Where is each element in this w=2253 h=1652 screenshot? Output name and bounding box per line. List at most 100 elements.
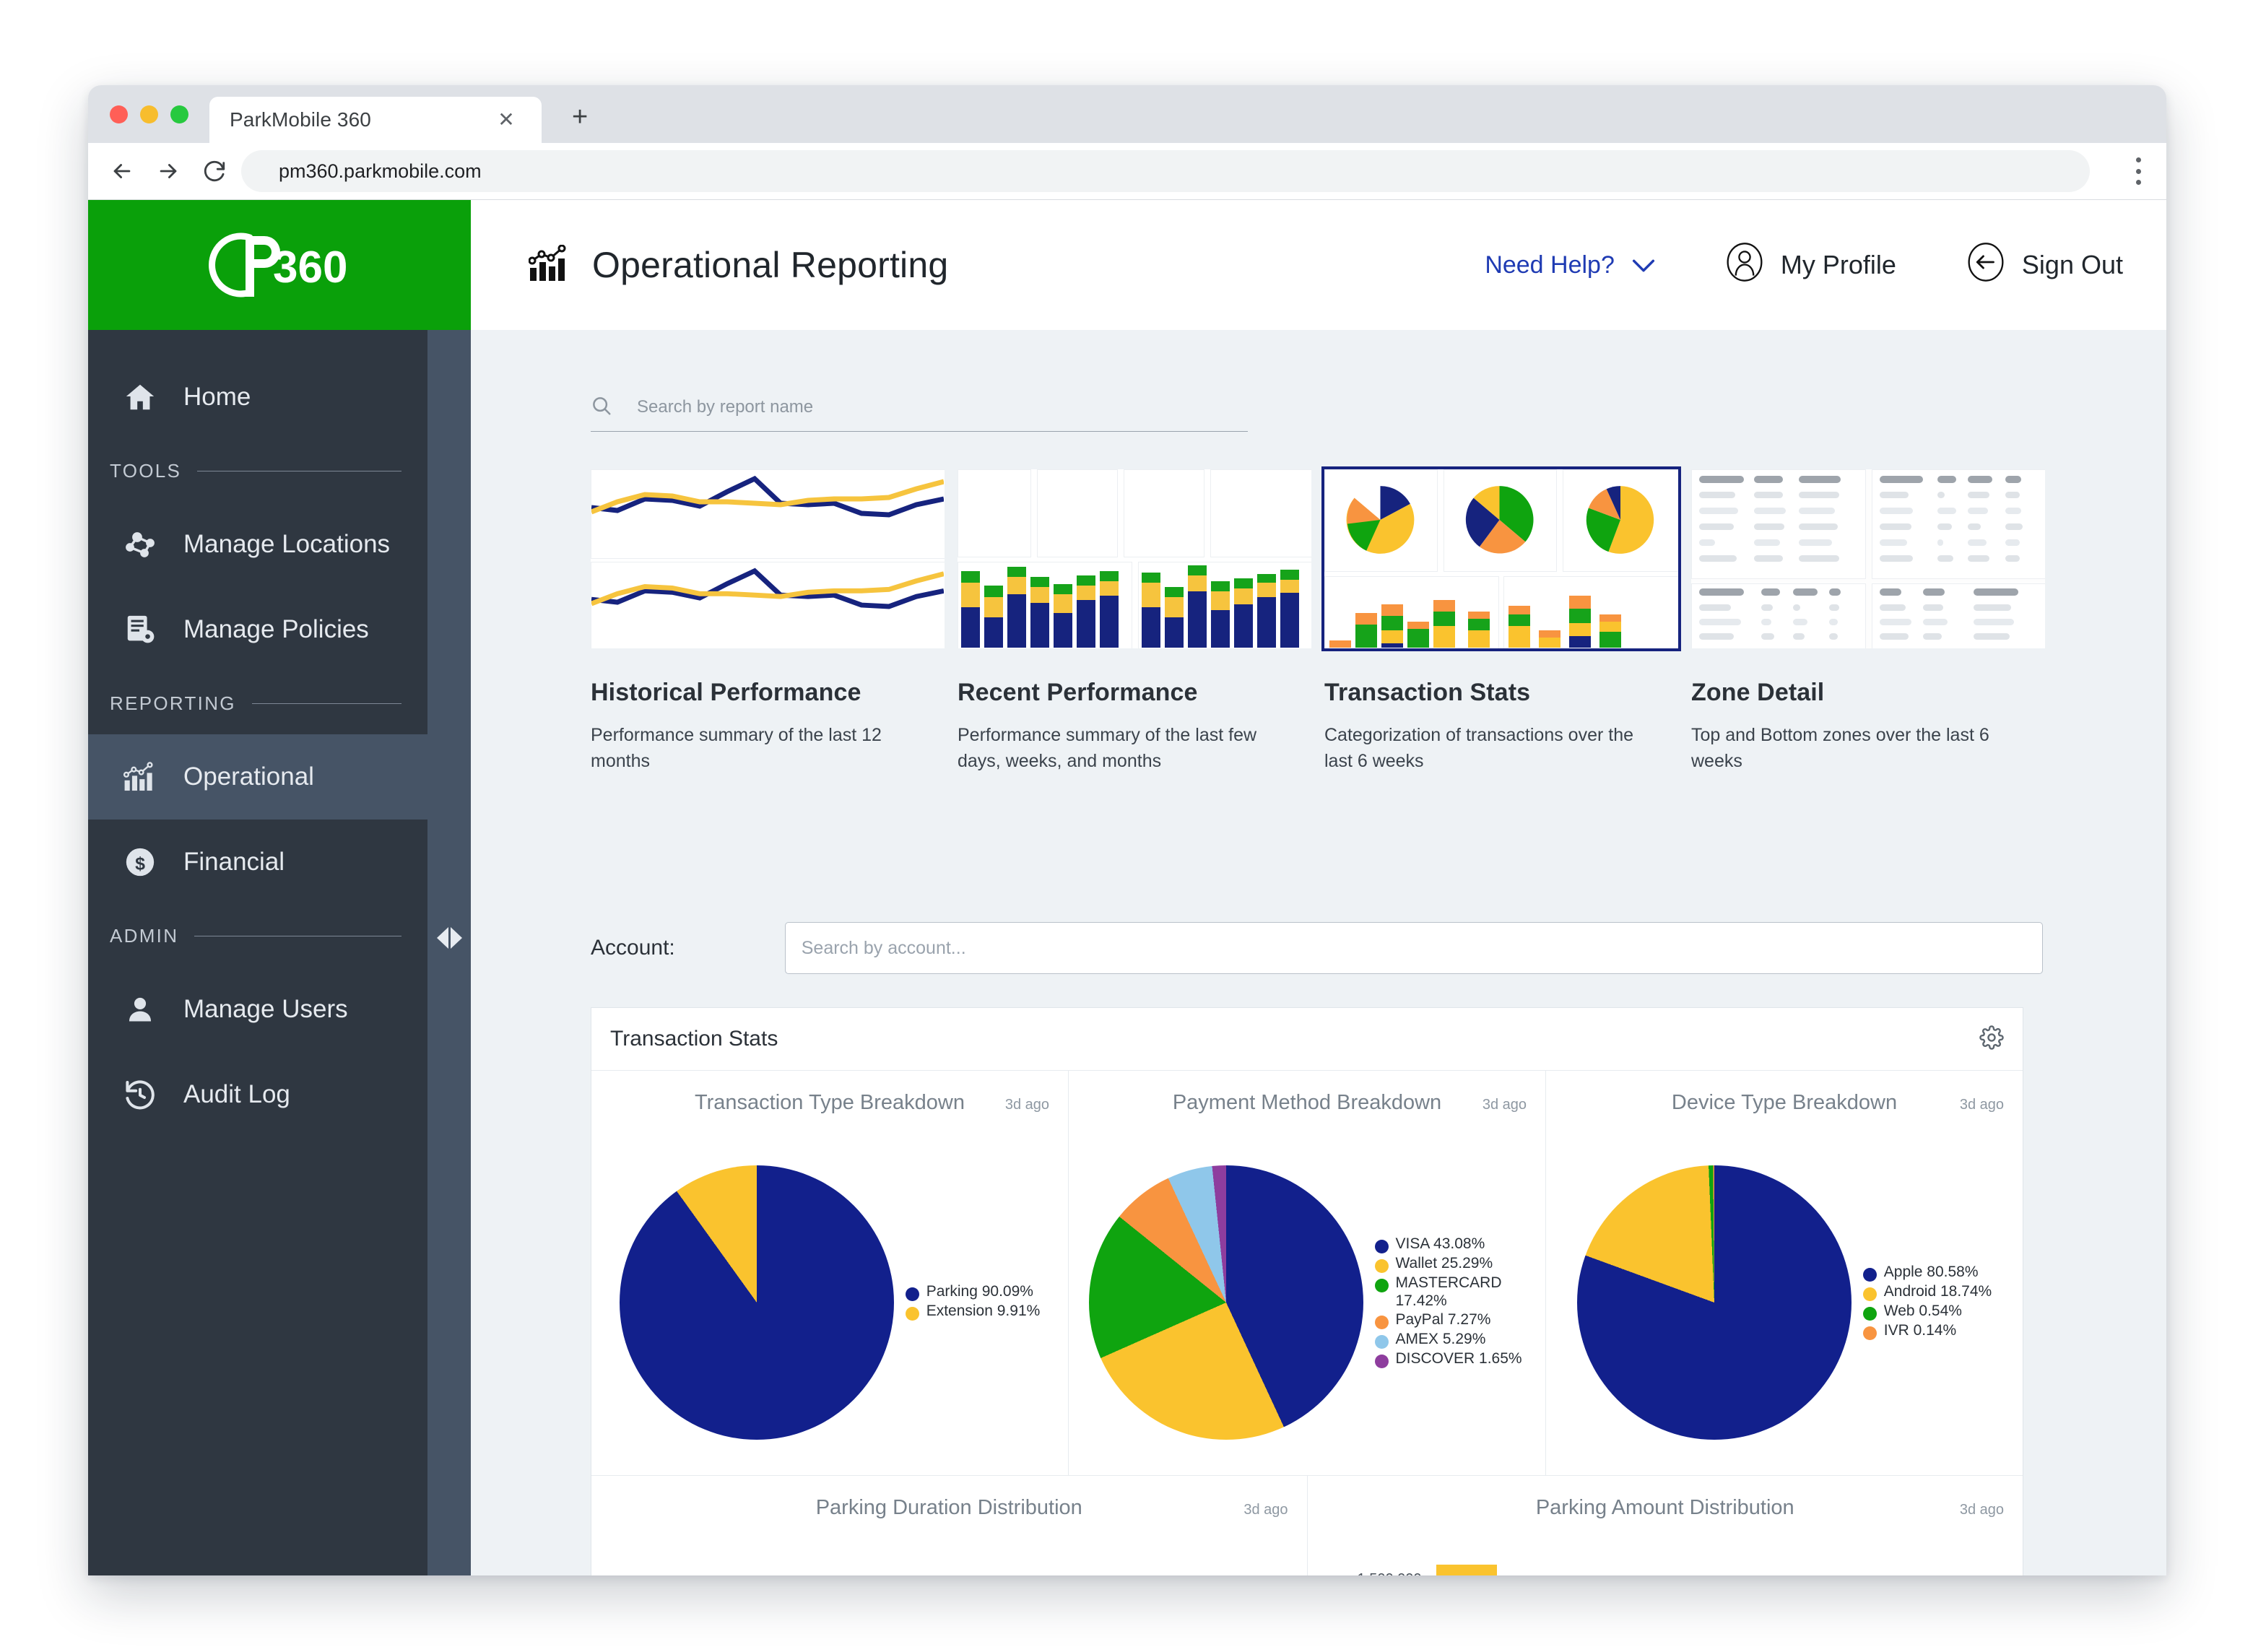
sidebar-item-manage-policies-label: Manage Policies xyxy=(183,615,369,644)
back-icon[interactable] xyxy=(104,153,140,189)
legend-item: IVR 0.14% xyxy=(1863,1322,1992,1340)
report-card-recent-performance[interactable]: Recent Performance Performance summary o… xyxy=(958,469,1311,774)
sign-out-icon xyxy=(1966,242,2006,289)
report-thumbnail-bars xyxy=(958,469,1311,648)
sidebar-group-reporting: REPORTING xyxy=(88,672,427,734)
browser-tab[interactable]: ParkMobile 360 ✕ xyxy=(209,97,542,143)
minimize-window-button[interactable] xyxy=(140,105,158,123)
legend-item: AMEX 5.29% xyxy=(1375,1331,1526,1349)
svg-text:$: $ xyxy=(135,853,145,874)
bar-column xyxy=(1436,1565,1497,1575)
chart-title: Transaction Type Breakdown xyxy=(591,1091,1068,1115)
gear-icon[interactable] xyxy=(1979,1025,2004,1053)
page-title: Operational Reporting xyxy=(592,244,948,286)
legend-item: PayPal 7.27% xyxy=(1375,1311,1526,1329)
panel-header: Transaction Stats xyxy=(591,1008,2023,1071)
app-logo[interactable]: 360 xyxy=(88,200,471,330)
close-tab-icon[interactable]: ✕ xyxy=(495,110,517,131)
report-card-description: Top and Bottom zones over the last 6 wee… xyxy=(1691,723,2031,774)
search-icon xyxy=(591,395,612,420)
operational-reporting-icon xyxy=(529,245,570,286)
plot-area xyxy=(720,1551,1288,1575)
sidebar-item-audit-log-label: Audit Log xyxy=(183,1080,290,1109)
header-actions: Need Help? My Profile xyxy=(1485,200,2123,330)
legend-item: Parking 90.09% xyxy=(906,1283,1041,1301)
legend-label: Apple 80.58% xyxy=(1884,1264,1979,1282)
sidebar-item-audit-log[interactable]: Audit Log xyxy=(88,1052,427,1137)
report-search-placeholder: Search by report name xyxy=(637,397,813,417)
sidebar-item-manage-users[interactable]: Manage Users xyxy=(88,967,427,1052)
sidebar-item-financial[interactable]: $ Financial xyxy=(88,820,427,905)
chart-parking-amount-distribution: Parking Amount Distribution 3d ago Trans… xyxy=(1308,1476,2023,1575)
chart-body: VISA 43.08% Wallet 25.29% MASTERCARD 17.… xyxy=(1069,1133,1545,1472)
application-root: 360 xyxy=(88,200,2166,1575)
browser-window: ParkMobile 360 ✕ + pm360.parkmobile.com xyxy=(88,85,2166,1575)
report-card-transaction-stats[interactable]: Transaction Stats Categorization of tran… xyxy=(1324,469,1678,774)
sidebar-item-manage-locations[interactable]: Manage Locations xyxy=(88,502,427,587)
pie-graphic xyxy=(620,1165,894,1440)
panel-title: Transaction Stats xyxy=(610,1027,778,1051)
maximize-window-button[interactable] xyxy=(170,105,188,123)
sidebar-group-admin: ADMIN xyxy=(88,905,427,967)
sidebar-item-manage-policies[interactable]: Manage Policies xyxy=(88,587,427,672)
chart-body: Transactions 500,000 1,000,000 1,500,000 xyxy=(1308,1551,2023,1575)
divider xyxy=(252,703,401,704)
close-window-button[interactable] xyxy=(110,105,128,123)
chart-timestamp: 3d ago xyxy=(1243,1502,1288,1518)
sidebar-group-tools-label: TOOLS xyxy=(110,460,181,482)
tab-title: ParkMobile 360 xyxy=(230,108,371,131)
legend-swatch xyxy=(906,1287,919,1301)
plot-area xyxy=(1436,1551,2005,1575)
p360-logo-icon: 360 xyxy=(204,230,355,300)
chart-device-type-breakdown: Device Type Breakdown 3d ago Apple 80.58… xyxy=(1546,1071,2023,1476)
report-card-description: Categorization of transactions over the … xyxy=(1324,723,1664,774)
forward-icon[interactable] xyxy=(150,153,186,189)
report-card-historical-performance[interactable]: Historical Performance Performance summa… xyxy=(591,469,945,774)
report-card-list: Historical Performance Performance summa… xyxy=(591,469,2058,774)
browser-tabstrip: ParkMobile 360 ✕ + xyxy=(88,85,2166,143)
legend-item: Android 18.74% xyxy=(1863,1283,1992,1301)
report-search-field[interactable]: Search by report name xyxy=(591,383,1248,432)
sidebar-item-home[interactable]: Home xyxy=(88,355,427,440)
address-bar[interactable]: pm360.parkmobile.com xyxy=(241,150,2090,192)
chart-legend: Apple 80.58% Android 18.74% Web 0.54% IV… xyxy=(1863,1264,1992,1342)
report-thumbnail-pies xyxy=(1324,469,1678,648)
legend-label: Android 18.74% xyxy=(1884,1283,1992,1301)
report-card-zone-detail[interactable]: Zone Detail Top and Bottom zones over th… xyxy=(1691,469,2045,774)
url-text: pm360.parkmobile.com xyxy=(279,160,482,183)
chart-title: Parking Duration Distribution xyxy=(591,1496,1307,1520)
reload-icon[interactable] xyxy=(196,153,233,189)
sidebar-item-home-label: Home xyxy=(183,383,251,412)
legend-swatch xyxy=(1375,1279,1389,1292)
legend-swatch xyxy=(1863,1268,1877,1282)
chart-parking-duration-distribution: Parking Duration Distribution 3d ago Tra… xyxy=(591,1476,1308,1575)
chart-timestamp: 3d ago xyxy=(1483,1097,1527,1113)
account-search-placeholder: Search by account... xyxy=(802,938,966,959)
history-icon xyxy=(120,1074,160,1115)
sidebar-item-operational-label: Operational xyxy=(183,762,314,791)
sidebar-item-financial-label: Financial xyxy=(183,848,285,877)
chart-legend: Parking 90.09% Extension 9.91% xyxy=(906,1283,1041,1322)
legend-label: DISCOVER 1.65% xyxy=(1396,1350,1522,1368)
account-search-input[interactable]: Search by account... xyxy=(785,922,2043,974)
chart-title: Parking Amount Distribution xyxy=(1308,1496,2023,1520)
browser-menu-icon[interactable] xyxy=(2135,157,2142,185)
legend-swatch xyxy=(1375,1259,1389,1273)
legend-label: MASTERCARD 17.42% xyxy=(1396,1274,1526,1310)
app-header: Operational Reporting Need Help? My Prof… xyxy=(471,200,2166,330)
sidebar-collapse-toggle[interactable] xyxy=(433,922,465,954)
account-label: Account: xyxy=(591,936,675,960)
browser-toolbar: pm360.parkmobile.com xyxy=(88,143,2166,200)
new-tab-icon[interactable]: + xyxy=(572,104,588,130)
chart-timestamp: 3d ago xyxy=(1960,1502,2004,1518)
need-help-dropdown[interactable]: Need Help? xyxy=(1485,251,1655,279)
legend-swatch xyxy=(1375,1335,1389,1349)
report-card-description: Performance summary of the last few days… xyxy=(958,723,1297,774)
legend-item: MASTERCARD 17.42% xyxy=(1375,1274,1526,1310)
bar-charts-row: Parking Duration Distribution 3d ago Tra… xyxy=(591,1476,2023,1575)
sign-out-button[interactable]: Sign Out xyxy=(1966,242,2123,289)
sidebar-group-admin-label: ADMIN xyxy=(110,925,178,947)
my-profile-button[interactable]: My Profile xyxy=(1724,242,1896,289)
pie-charts-row: Transaction Type Breakdown 3d ago Parkin… xyxy=(591,1071,2023,1476)
report-card-title: Zone Detail xyxy=(1691,679,2045,707)
